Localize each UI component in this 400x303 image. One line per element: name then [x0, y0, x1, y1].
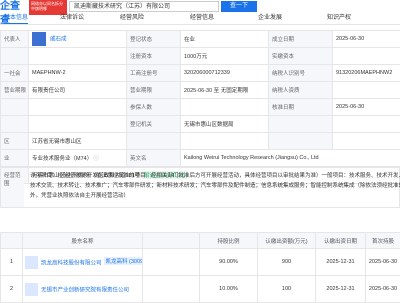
industry-value: 专业技术服务业（M74）ⓘ: [29, 150, 127, 167]
tab-risk[interactable]: 经营风险: [120, 13, 144, 23]
term-label: 营业期限: [127, 82, 181, 99]
region-label: 区: [1, 133, 29, 150]
paid-capital-label: 实缴资本: [269, 48, 333, 65]
ratio-value: 90.00%: [200, 249, 258, 276]
col-shareholder: 股东名称: [23, 233, 143, 249]
company-type-value: 有限责任公司: [29, 82, 127, 99]
amount-value: 100: [258, 276, 316, 303]
reg-no-value: 320206000712339: [181, 65, 269, 82]
paid-capital-value: [333, 48, 400, 65]
taxpayer-label: 纳税人资质: [269, 82, 333, 99]
region-value: 江苏省无锡市惠山区: [29, 133, 127, 150]
first-value: 2025-06-30: [366, 276, 400, 303]
tab-label: 企业发展: [258, 15, 282, 21]
table-row: 一社会 MAEPHNW-2 工商注册号 320206000712339 纳税人识…: [1, 65, 400, 82]
approved-label: 核准日期: [269, 99, 333, 116]
date-value: 2025-12-31: [316, 249, 366, 276]
table-row: 区 江苏省无锡市惠山区: [1, 133, 400, 150]
shareholder-name: 无锡市产业创新研究院有限责任公司: [23, 276, 143, 303]
tab-development[interactable]: 企业发展: [258, 13, 282, 23]
business-scope-text: 许可项目：检验检测服务（依法须经批准的项目，经相关部门批准后方可开展经营活动，具…: [30, 171, 400, 201]
col-first: 首次持股: [366, 233, 400, 249]
company-logo[interactable]: [25, 283, 38, 296]
ratio-value: 10.00%: [200, 276, 258, 303]
avatar[interactable]: [32, 32, 46, 46]
first-value: 2025-06-30: [366, 249, 400, 276]
table-row: 代表人 戚石成 登记状态 在业 成立日期 2025-06-30: [1, 31, 400, 48]
tab-label: 经营风险: [120, 15, 144, 21]
term-value: 2025-06-30 至 无固定期限: [181, 82, 269, 99]
credit-code-value: MAEPHNW-2: [29, 65, 127, 82]
section-tabs: 基本信息 法律诉讼 经营风险 经营信息 企业发展 知识产权: [0, 13, 400, 23]
legal-rep-value: 戚石成: [29, 31, 127, 48]
founded-value: 2025-06-30: [333, 31, 400, 48]
taxpayer-value: [333, 82, 400, 99]
tab-label: 法律诉讼: [60, 15, 84, 21]
table-row: 2 无锡市产业创新研究院有限责任公司 10.00% 100 2025-12-31…: [1, 276, 400, 303]
info-icon[interactable]: ⓘ: [93, 156, 99, 162]
tab-label: 经营信息: [190, 15, 214, 21]
industry-label: 业: [1, 150, 29, 167]
status-value: 在业: [181, 31, 269, 48]
table-row: 业 专业技术服务业（M74）ⓘ 英文名 Kailong Weirui Techn…: [1, 150, 400, 167]
table-row: 参保人数 核准日期 2025-06-30: [1, 99, 400, 116]
table-header: 股东名称 持股比例 认缴出资额(万元) 认缴出资日期 首次持股: [1, 233, 400, 249]
legal-rep-label: 代表人: [1, 31, 29, 48]
legal-rep-name[interactable]: 戚石成: [50, 36, 67, 42]
status-label: 登记状态: [127, 31, 181, 48]
authority-value: 无锡市惠山区数据局: [181, 116, 269, 133]
english-name-label: 英文名: [127, 150, 181, 167]
search-button[interactable]: 查一下: [221, 1, 257, 12]
shareholder-name: 凯龙高科技股份有限公司凯龙高科 (300912.SZ): [23, 249, 143, 276]
capital-label: 注册资本: [127, 48, 181, 65]
approved-value: 2025-06-30: [333, 99, 400, 116]
tab-ip[interactable]: 知识产权: [327, 13, 351, 23]
tab-basic-info[interactable]: 基本信息: [4, 13, 28, 23]
insured-value: [181, 99, 269, 116]
tab-label: 基本信息: [4, 15, 28, 21]
listed-badge[interactable]: 凯龙高科 (300912.SZ): [104, 257, 143, 265]
col-ratio[interactable]: 持股比例: [200, 233, 258, 249]
business-scope: 经营范围 许可项目：检验检测服务（依法须经批准的项目，经相关部门批准后方可开展经…: [0, 167, 400, 208]
company-type-label: 营业期限: [1, 82, 29, 99]
search-input[interactable]: 凯迪斯藏技术研究（江苏）有限公司: [69, 1, 219, 12]
tax-id-value: 91320206MAEPHNW2: [333, 65, 400, 82]
amount-value: 900: [258, 249, 316, 276]
table-row: 营业期限 有限责任公司 营业期限 2025-06-30 至 无固定期限 纳税人资…: [1, 82, 400, 99]
col-date[interactable]: 认缴出资日期: [316, 233, 366, 249]
table-row: 注册资本 1000万元 实缴资本: [1, 48, 400, 65]
authority-label: 登记机关: [127, 116, 181, 133]
credit-code-label: 一社会: [1, 65, 29, 82]
table-row: 登记机关 无锡市惠山区数据局: [1, 116, 400, 133]
shareholders-table: 股东名称 持股比例 认缴出资额(万元) 认缴出资日期 首次持股 1 凯龙高科技股…: [0, 232, 400, 303]
date-value: 2025-12-31: [316, 276, 366, 303]
site-logo[interactable]: 企查查: [0, 0, 28, 14]
table-row: 1 凯龙高科技股份有限公司凯龙高科 (300912.SZ) 90.00% 900…: [1, 249, 400, 276]
col-amount[interactable]: 认缴出资额(万元): [258, 233, 316, 249]
tab-legal[interactable]: 法律诉讼: [60, 13, 84, 23]
capital-value: 1000万元: [181, 48, 269, 65]
english-name-value: Kailong Weirui Technology Research (Jian…: [181, 150, 400, 167]
company-logo[interactable]: [25, 256, 38, 269]
reg-no-label: 工商注册号: [127, 65, 181, 82]
tab-divider: [0, 24, 400, 25]
tax-id-label: 纳税人识别号: [269, 65, 333, 82]
registration-info-table: 代表人 戚石成 登记状态 在业 成立日期 2025-06-30 注册资本 100…: [0, 30, 400, 184]
tab-operations[interactable]: 经营信息: [190, 13, 214, 23]
business-scope-label: 经营范围: [1, 168, 24, 207]
tab-label: 知识产权: [327, 15, 351, 21]
insured-label: 参保人数: [127, 99, 181, 116]
founded-label: 成立日期: [269, 31, 333, 48]
